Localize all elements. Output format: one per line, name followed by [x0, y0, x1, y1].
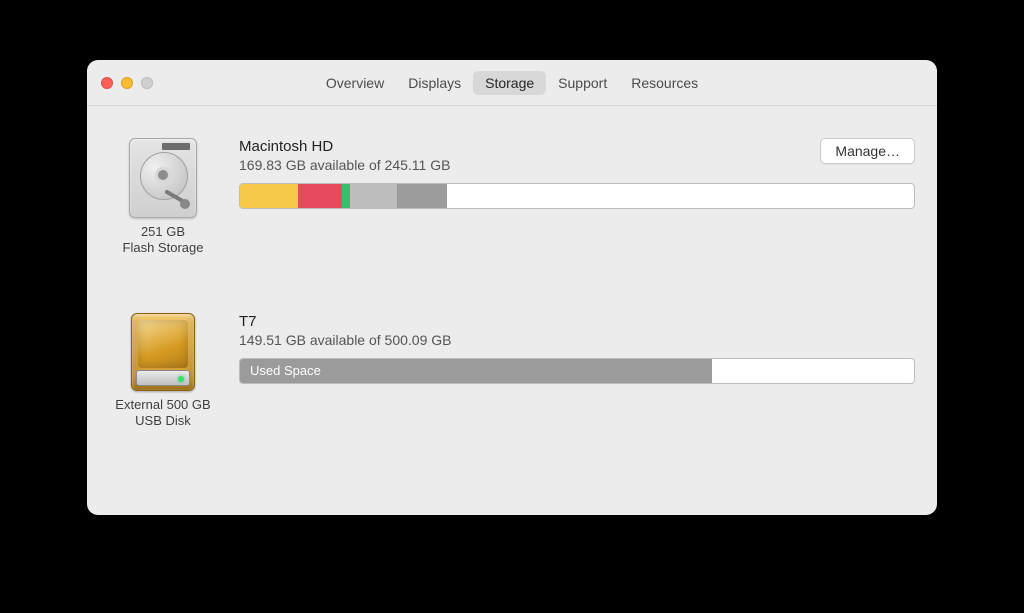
tab-resources[interactable]: Resources: [619, 71, 710, 95]
storage-segment[interactable]: [350, 184, 397, 208]
storage-segment[interactable]: Used Space: [240, 359, 712, 383]
tab-displays[interactable]: Displays: [396, 71, 473, 95]
drive-icon-column: 251 GBFlash Storage: [109, 138, 217, 257]
storage-segment[interactable]: [298, 184, 342, 208]
tab-support[interactable]: Support: [546, 71, 619, 95]
about-this-mac-window: OverviewDisplaysStorageSupportResources …: [87, 60, 937, 515]
storage-segment[interactable]: [342, 184, 350, 208]
storage-segment[interactable]: [397, 184, 447, 208]
drive-caption-line1: External 500 GB: [115, 397, 210, 413]
tab-bar: OverviewDisplaysStorageSupportResources: [314, 71, 710, 95]
drive-available-text: 149.51 GB available of 500.09 GB: [239, 332, 795, 348]
storage-content: 251 GBFlash Storage Macintosh HD 169.83 GB…: [87, 106, 937, 515]
external-drive-icon: [131, 313, 195, 391]
drive-header: Macintosh HD 169.83 GB available of 245.1…: [239, 138, 915, 183]
internal-drive-icon: [129, 138, 197, 218]
close-icon[interactable]: [101, 77, 113, 89]
drive-caption-line2: USB Disk: [115, 413, 210, 429]
drive-header: T7 149.51 GB available of 500.09 GB: [239, 313, 915, 358]
drive-available-text: 169.83 GB available of 245.11 GB: [239, 157, 795, 173]
drive-icon-column: External 500 GBUSB Disk: [109, 313, 217, 430]
drive-caption-line1: 251 GB: [123, 224, 204, 240]
tab-storage[interactable]: Storage: [473, 71, 546, 95]
drive-name: T7: [239, 313, 795, 330]
drive-info: Macintosh HD 169.83 GB available of 245.1…: [239, 138, 915, 209]
drive-row: External 500 GBUSB Disk T7 149.51 GB avail…: [109, 313, 915, 430]
minimize-icon[interactable]: [121, 77, 133, 89]
window-controls: [101, 77, 153, 89]
drive-caption: 251 GBFlash Storage: [123, 224, 204, 257]
storage-segment-label: Used Space: [250, 363, 321, 378]
drive-caption: External 500 GBUSB Disk: [115, 397, 210, 430]
titlebar: OverviewDisplaysStorageSupportResources: [87, 60, 937, 106]
zoom-icon: [141, 77, 153, 89]
drive-name: Macintosh HD: [239, 138, 795, 155]
tab-overview[interactable]: Overview: [314, 71, 396, 95]
storage-bar: [239, 183, 915, 209]
storage-segment[interactable]: [240, 184, 298, 208]
manage-button[interactable]: Manage…: [820, 138, 915, 164]
drive-row: 251 GBFlash Storage Macintosh HD 169.83 GB…: [109, 138, 915, 257]
storage-bar: Used Space: [239, 358, 915, 384]
drive-caption-line2: Flash Storage: [123, 240, 204, 256]
drive-info: T7 149.51 GB available of 500.09 GB Used S…: [239, 313, 915, 384]
